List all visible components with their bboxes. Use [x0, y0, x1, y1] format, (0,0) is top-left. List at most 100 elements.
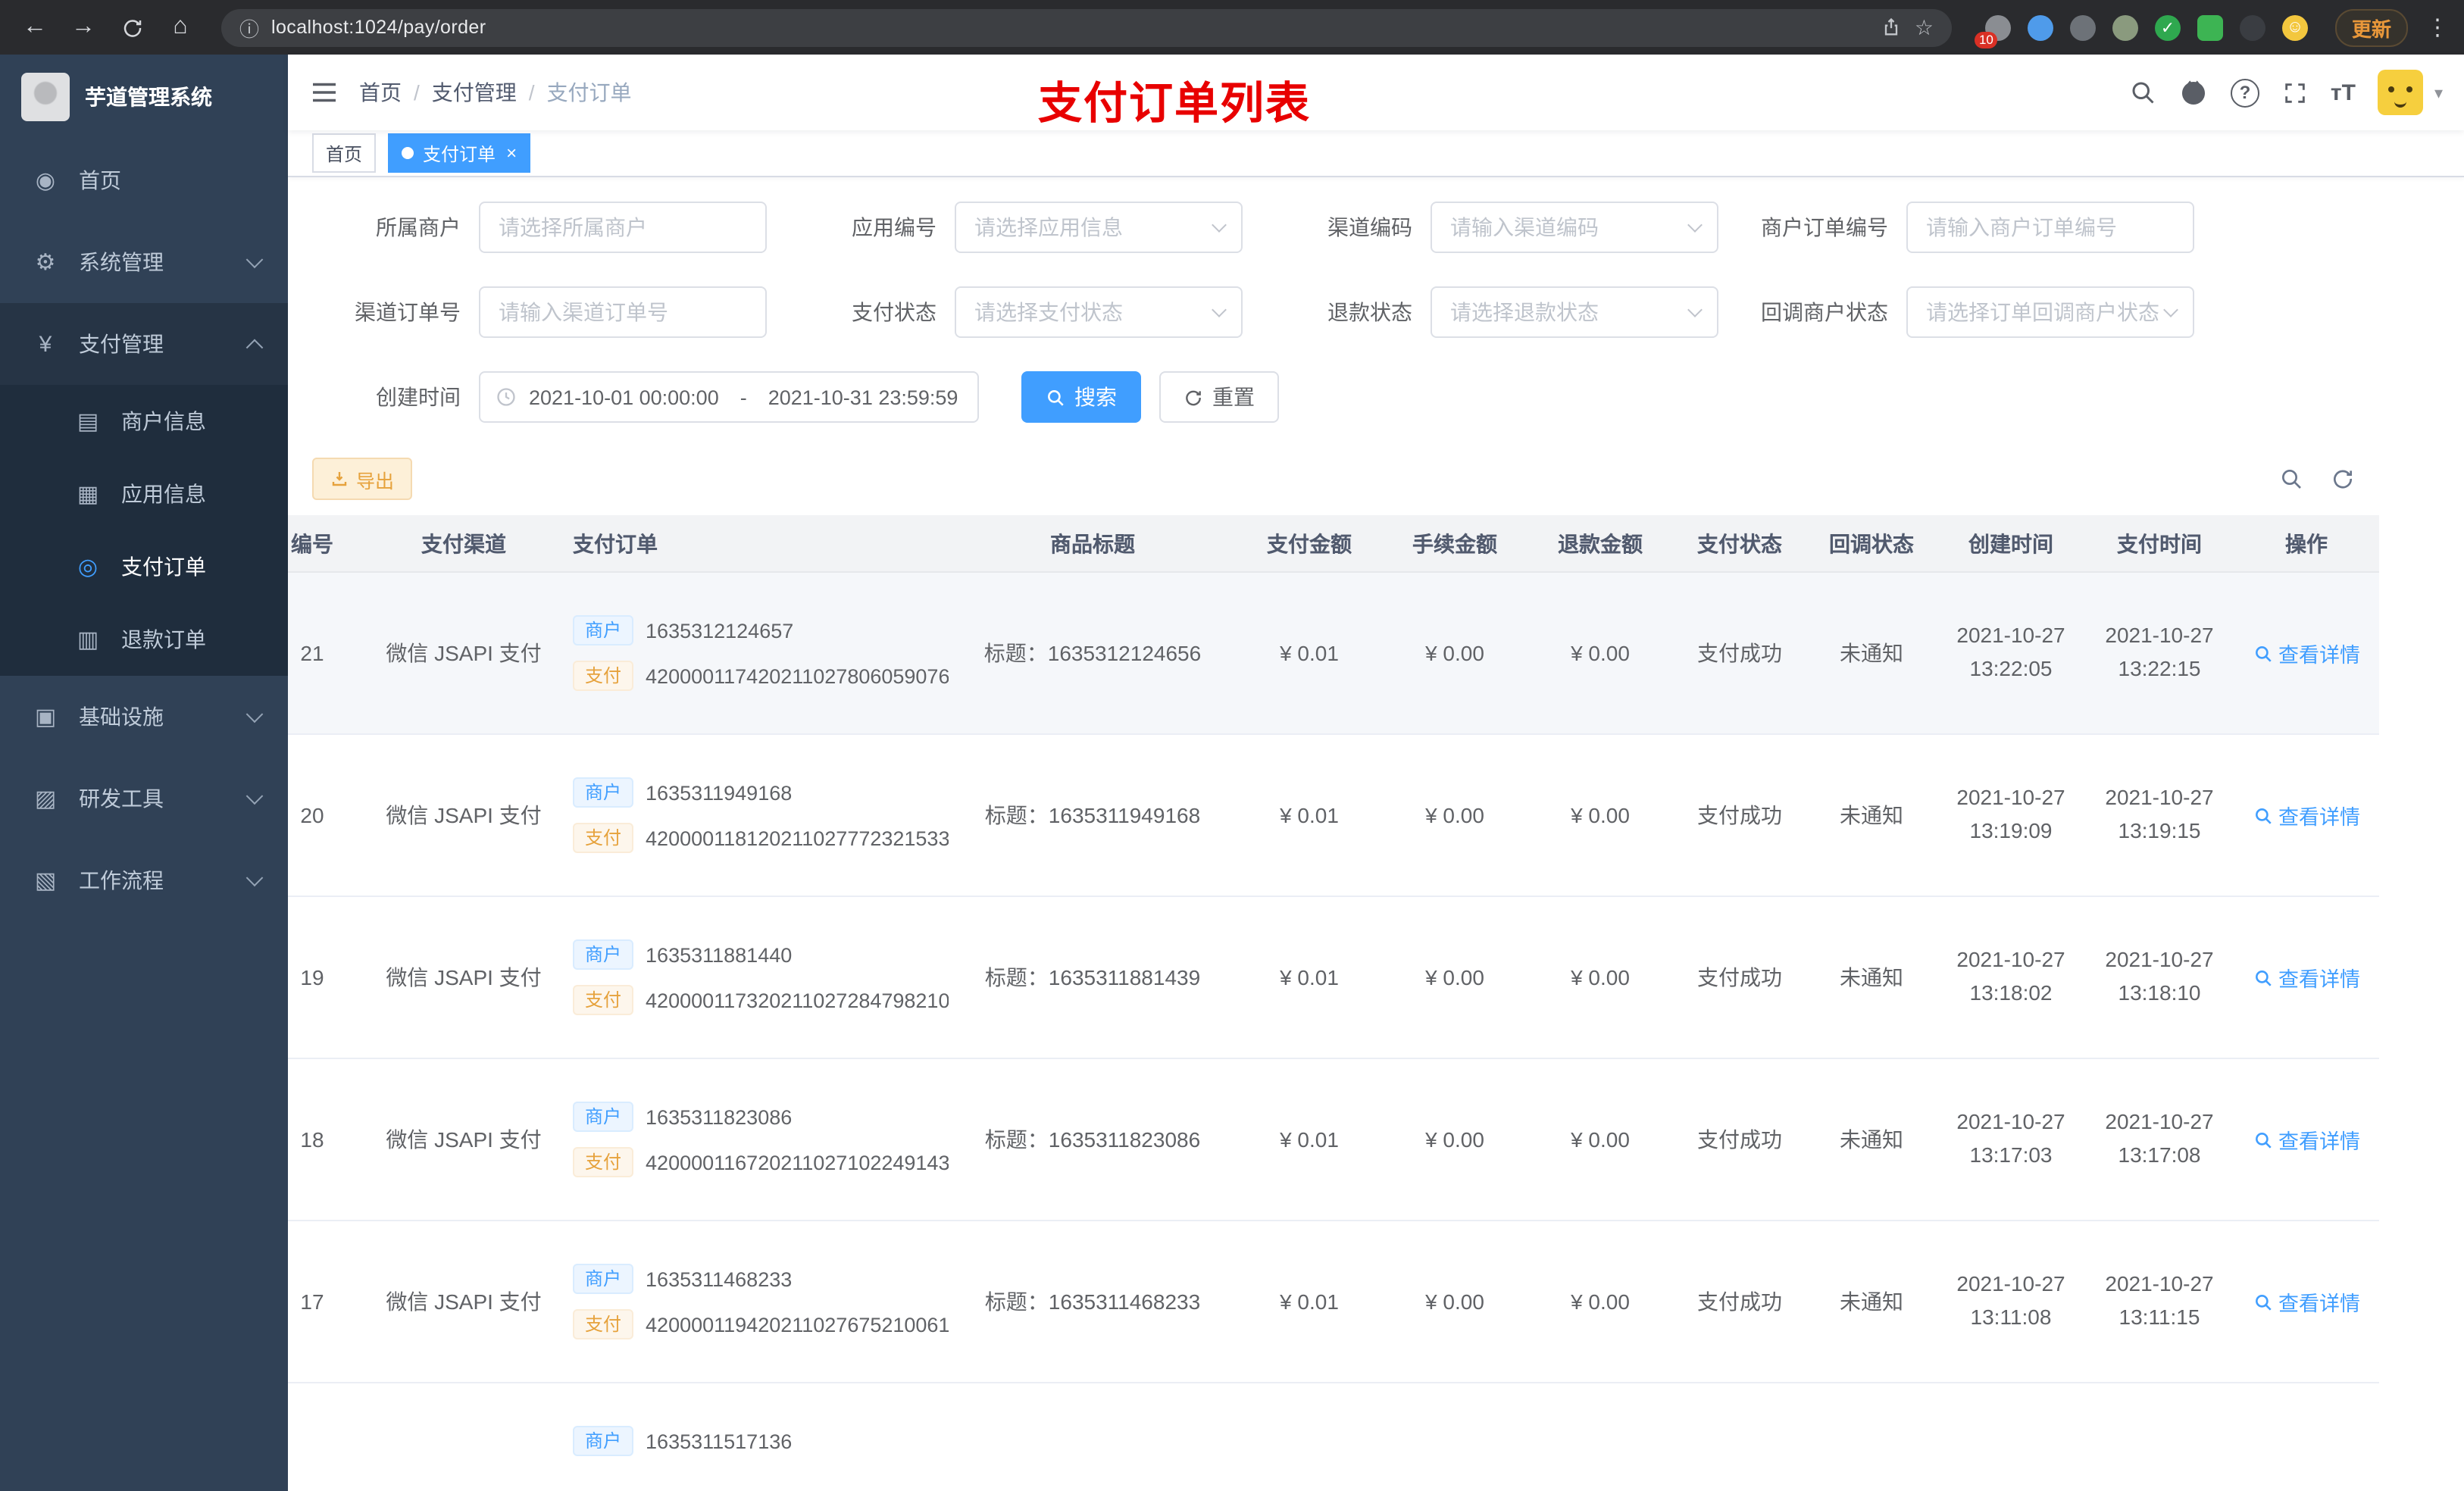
browser-extension-icon[interactable]	[2112, 14, 2138, 40]
table-header: 编号 支付渠道 支付订单 商品标题 支付金额 手续金额 退款金额 支付状态 回调状态 创建时间 支付…	[288, 515, 2379, 573]
merchant-order-no: 1635311881440	[646, 943, 793, 966]
cell-title: 标题：1635311881439	[984, 965, 1201, 989]
sidebar-item[interactable]: ▥ 退款订单	[0, 603, 288, 676]
cell-created-time: 2021-10-27 13:19:09	[1956, 785, 2065, 842]
browser-menu-icon[interactable]: ⋮	[2426, 14, 2449, 41]
cell-pay-order: 商户 1635312124657 支付 42000011742021102780…	[555, 573, 949, 733]
cell-channel: 微信 JSAPI 支付	[386, 1127, 542, 1152]
breadcrumb-item[interactable]: / 支付管理	[402, 77, 517, 108]
refresh-icon	[1186, 389, 1201, 405]
merchant-order-line: 商户 1635311949168	[573, 777, 792, 808]
table-row[interactable]: 19 微信 JSAPI 支付 商户 1635311881440 支付 42000…	[288, 897, 2379, 1059]
export-button[interactable]: 导出	[312, 458, 413, 500]
tab-close-icon[interactable]: ×	[506, 142, 517, 164]
sidebar-item[interactable]: ▤ 商户信息	[0, 385, 288, 458]
browser-extension-icon[interactable]	[2239, 14, 2265, 40]
filter-input[interactable]	[955, 202, 1243, 253]
table-row[interactable]: 21 微信 JSAPI 支付 商户 1635312124657 支付 42000…	[288, 573, 2379, 735]
filter-input[interactable]	[479, 286, 767, 338]
browser-extension-icon[interactable]	[2197, 14, 2223, 40]
cell-channel: 微信 JSAPI 支付	[386, 965, 542, 989]
pay-order-line: 支付 4200001194202110276752100612	[573, 1309, 949, 1339]
pay-order-line: 支付 4200001173202110272847982104	[573, 985, 949, 1015]
filter-input[interactable]	[1431, 286, 1718, 338]
filter-field: 渠道订单号	[312, 286, 767, 338]
magnifier-icon	[2255, 1132, 2271, 1148]
tab[interactable]: 支付订单 ×	[388, 133, 531, 173]
table-search-icon[interactable]	[2279, 467, 2303, 491]
sidebar-item[interactable]: ¥ 支付管理	[0, 303, 288, 385]
sidebar-item[interactable]: ▨ 研发工具	[0, 758, 288, 839]
share-icon[interactable]	[1881, 17, 1903, 38]
filter-input[interactable]	[1906, 202, 2194, 253]
avatar-caret-icon[interactable]: ▾	[2434, 83, 2443, 102]
view-detail-link[interactable]: 查看详情	[2253, 962, 2360, 992]
filter-label: 回调商户状态	[1761, 300, 1888, 324]
github-icon[interactable]	[2179, 78, 2208, 107]
breadcrumb-item[interactable]: / 支付订单	[517, 77, 632, 108]
breadcrumb-item[interactable]: / 首页	[359, 77, 402, 108]
browser-extension-icon[interactable]	[2069, 14, 2096, 40]
merchant-badge: 商户	[573, 615, 634, 645]
font-size-icon[interactable]: тT	[2331, 80, 2356, 105]
extensions-area: 10 ✓ ☺	[1974, 14, 2308, 48]
reset-button[interactable]: 重置	[1159, 371, 1279, 423]
merchant-order-no: 1635311949168	[646, 781, 793, 804]
search-icon[interactable]	[2129, 79, 2156, 106]
date-range-picker[interactable]: 2021-10-01 00:00:00 - 2021-10-31 23:59:5…	[479, 371, 979, 423]
view-detail-link[interactable]: 查看详情	[2253, 1124, 2360, 1155]
view-detail-link[interactable]: 查看详情	[2253, 1286, 2360, 1317]
cell-paid-time: 2021-10-27 13:17:08	[2105, 1109, 2214, 1167]
date-end: 2021-10-31 23:59:59	[768, 386, 958, 408]
cell-action: 查看详情	[2234, 573, 2379, 733]
address-bar[interactable]: ⓘ localhost:1024/pay/order ☆	[221, 8, 1952, 46]
table-row[interactable]: 商户 1635311517136 支付	[288, 1383, 2379, 1491]
cell-refund-amount: ¥ 0.00	[1571, 1127, 1630, 1152]
browser-extension-icon[interactable]: ☺	[2281, 14, 2308, 40]
cell-notify-status: 未通知	[1840, 641, 1903, 665]
sidebar-item[interactable]: ◎ 支付订单	[0, 530, 288, 603]
view-detail-link[interactable]: 查看详情	[2253, 800, 2360, 830]
sidebar-item[interactable]: ◉ 首页	[0, 139, 288, 221]
pay-order-line: 支付 4200001181202110277723215336	[573, 823, 949, 853]
table-body: 21 微信 JSAPI 支付 商户 1635312124657 支付 42000…	[288, 573, 2379, 1491]
filter-control	[955, 286, 1243, 338]
app-logo[interactable]: 芋道管理系统	[0, 55, 288, 139]
filter-input[interactable]	[1431, 202, 1718, 253]
back-icon[interactable]: ←	[15, 8, 55, 47]
fullscreen-icon[interactable]	[2282, 80, 2308, 105]
reload-icon[interactable]	[112, 8, 152, 47]
help-icon[interactable]: ?	[2230, 78, 2259, 107]
cell-pay-status: 支付成功	[1697, 1127, 1782, 1152]
forward-icon[interactable]: →	[64, 8, 103, 47]
cell-pay-amount: ¥ 0.01	[1280, 803, 1339, 827]
view-detail-link[interactable]: 查看详情	[2253, 638, 2360, 668]
avatar[interactable]	[2378, 70, 2424, 115]
sidebar-item[interactable]: ▣ 基础设施	[0, 676, 288, 758]
download-icon	[332, 472, 347, 486]
tab[interactable]: 首页 ×	[312, 133, 377, 173]
table-refresh-icon[interactable]	[2331, 467, 2355, 491]
filter-input[interactable]	[1906, 286, 2194, 338]
home-icon[interactable]: ⌂	[161, 8, 200, 47]
sidebar-item[interactable]: ▧ 工作流程	[0, 839, 288, 921]
cell-title: 标题：1635311468233	[984, 1289, 1201, 1314]
merchant-order-line: 商户 1635312124657	[573, 615, 793, 645]
site-info-icon[interactable]: ⓘ	[239, 13, 259, 42]
browser-extension-icon[interactable]: ✓	[2154, 14, 2181, 40]
table-row[interactable]: 17 微信 JSAPI 支付 商户 1635311468233 支付 42000…	[288, 1221, 2379, 1383]
search-button[interactable]: 搜索	[1021, 371, 1141, 423]
update-button[interactable]: 更新	[2334, 8, 2408, 46]
bookmark-star-icon[interactable]: ☆	[1915, 14, 1934, 40]
filter-input[interactable]	[955, 286, 1243, 338]
table-row[interactable]: 18 微信 JSAPI 支付 商户 1635311823086 支付 42000…	[288, 1059, 2379, 1221]
sidebar-item[interactable]: ⚙ 系统管理	[0, 221, 288, 303]
browser-extension-icon[interactable]	[2027, 14, 2053, 40]
hamburger-icon[interactable]	[311, 80, 338, 105]
sidebar-item[interactable]: ▦ 应用信息	[0, 458, 288, 530]
navbar-actions: ? тT ▾	[2129, 55, 2443, 130]
browser-extension-icon[interactable]: 10	[1974, 14, 2011, 48]
cell-notify-status: 未通知	[1840, 803, 1903, 827]
filter-input[interactable]	[479, 202, 767, 253]
table-row[interactable]: 20 微信 JSAPI 支付 商户 1635311949168 支付 42000…	[288, 735, 2379, 897]
